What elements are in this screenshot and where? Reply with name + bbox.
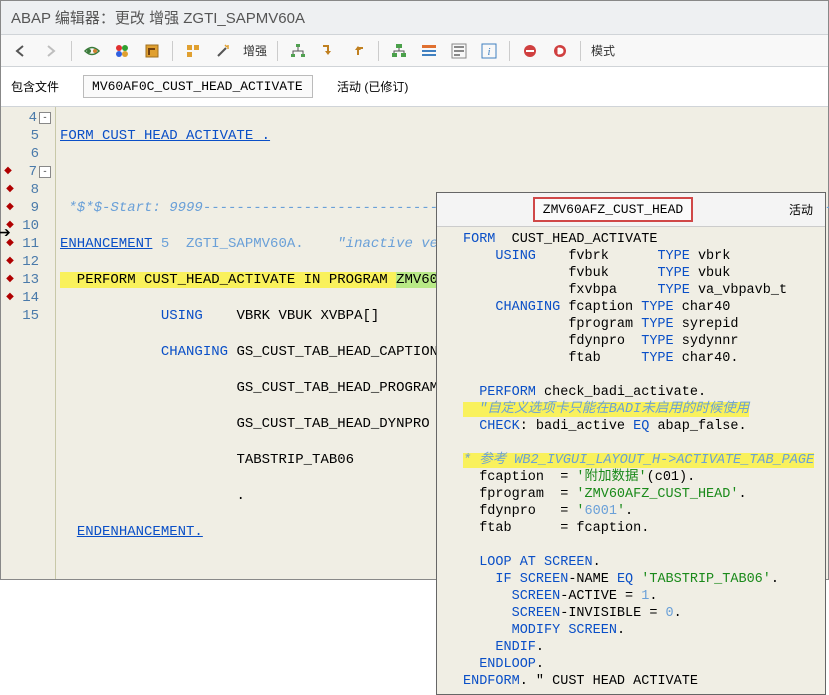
screen-icon[interactable]	[449, 41, 469, 61]
svg-text:i: i	[487, 46, 490, 58]
popup-code[interactable]: FORM CUST_HEAD_ACTIVATE USING fvbrk TYPE…	[437, 227, 825, 694]
step-in-icon[interactable]	[318, 41, 338, 61]
breakpoint-icon[interactable]	[520, 41, 540, 61]
popup-header: ZMV60AFZ_CUST_HEAD 活动	[437, 193, 825, 227]
separator	[277, 41, 278, 61]
current-line-icon: ➔	[0, 225, 11, 243]
include-bar: 包含文件 MV60AF0C_CUST_HEAD_ACTIVATE 活动 (已修订…	[1, 67, 828, 107]
toolbar: 增强 i 模式	[1, 35, 828, 67]
back-icon[interactable]	[11, 41, 31, 61]
include-status: 活动 (已修订)	[337, 78, 408, 95]
separator	[580, 41, 581, 61]
gutter: 4- 5 6 ◆7- ◆8 ◆9 ◆10 ◆11 ◆12 ◆13 ◆14 15	[1, 107, 56, 579]
forward-icon[interactable]	[41, 41, 61, 61]
activate-icon[interactable]	[112, 41, 132, 61]
popup-include-field[interactable]: ZMV60AFZ_CUST_HEAD	[533, 197, 693, 222]
hierarchy-icon[interactable]	[288, 41, 308, 61]
list-icon[interactable]	[419, 41, 439, 61]
step-out-icon[interactable]	[348, 41, 368, 61]
include-field[interactable]: MV60AF0C_CUST_HEAD_ACTIVATE	[83, 75, 313, 98]
separator	[378, 41, 379, 61]
display-icon[interactable]	[82, 41, 102, 61]
separator	[509, 41, 510, 61]
include-label: 包含文件	[11, 78, 59, 95]
popup-editor: ZMV60AFZ_CUST_HEAD 活动 FORM CUST_HEAD_ACT…	[436, 192, 826, 695]
info-icon[interactable]: i	[479, 41, 499, 61]
breakpoint-ext-icon[interactable]	[550, 41, 570, 61]
pattern-button[interactable]: 模式	[591, 41, 615, 61]
separator	[71, 41, 72, 61]
where-used-icon[interactable]	[183, 41, 203, 61]
wand-icon[interactable]	[213, 41, 233, 61]
tree-icon[interactable]	[389, 41, 409, 61]
enhance-button[interactable]: 增强	[243, 41, 267, 61]
popup-status: 活动	[789, 201, 813, 218]
window-title: ABAP 编辑器：更改 增强 ZGTI_SAPMV60A	[1, 1, 828, 35]
check-icon[interactable]	[142, 41, 162, 61]
separator	[172, 41, 173, 61]
